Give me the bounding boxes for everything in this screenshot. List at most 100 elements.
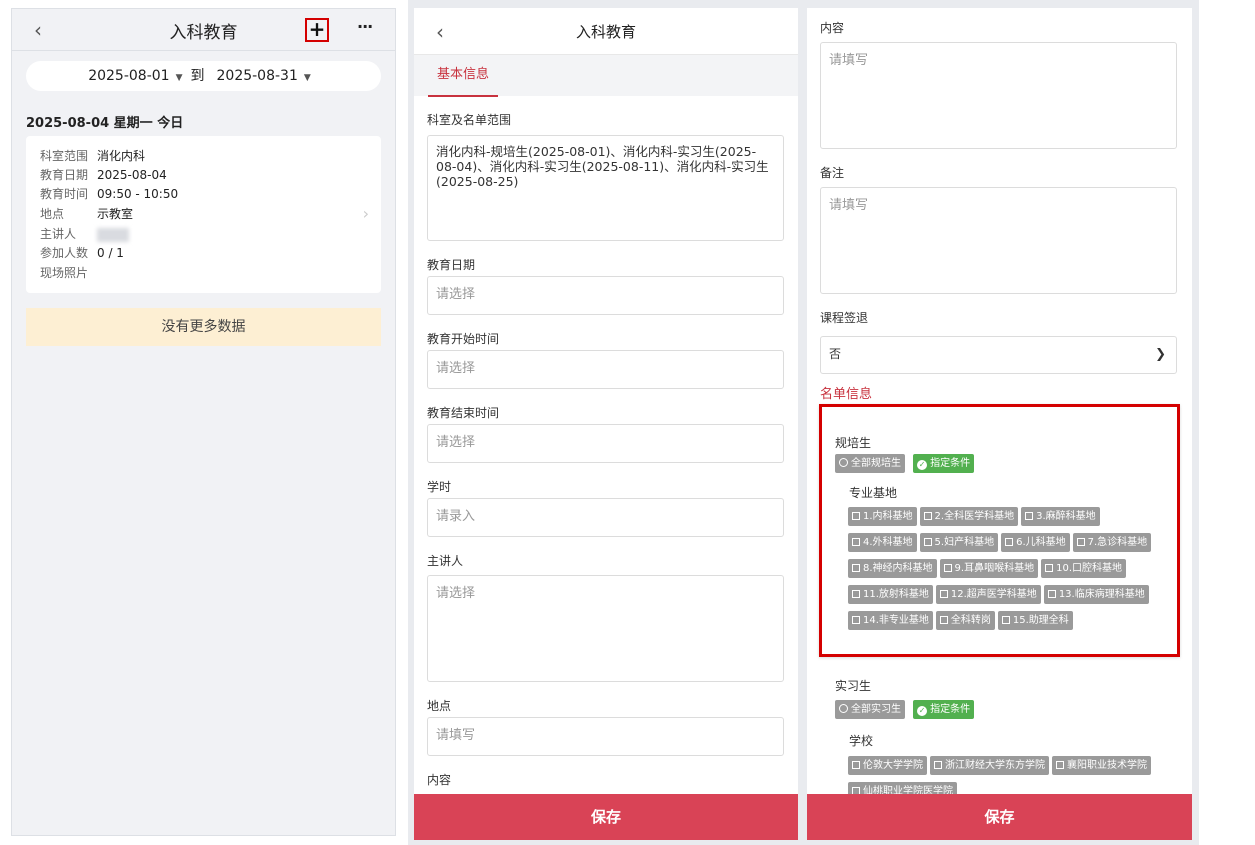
page-title: 入科教育 <box>169 23 238 43</box>
place-field[interactable]: 请填写 <box>427 717 784 756</box>
all-interns-radio[interactable]: 全部实习生 <box>835 700 905 719</box>
base-checkbox[interactable]: 全科转岗 <box>935 611 995 630</box>
resident-condition-radio[interactable]: ✓ 指定条件 <box>913 454 975 473</box>
intern-title: 实习生 <box>835 679 872 693</box>
row-value: 09:50 - 10:50 <box>97 187 179 201</box>
check-circle-icon: ✓ <box>917 706 928 716</box>
chip-label: 14.非专业基地 <box>863 615 929 626</box>
base-checkbox[interactable]: 12.超声医学科基地 <box>935 585 1041 604</box>
card-row: 主讲人 <box>40 225 129 243</box>
base-checkbox[interactable]: 11.放射科基地 <box>848 585 933 604</box>
chip-label: 全科转岗 <box>950 615 991 626</box>
education-card[interactable]: 科室范围 消化内科 教育日期 2025-08-04 教育时间 09:50 - 10:5… <box>26 136 381 293</box>
base-checkbox[interactable]: 15.助理全科 <box>997 611 1073 630</box>
date-start-picker[interactable]: 2025-08-01 <box>88 68 169 84</box>
checkbox-icon <box>852 538 860 546</box>
school-title: 学校 <box>849 734 874 748</box>
content-label: 内容 <box>820 21 845 35</box>
chip-label: 10.口腔科基地 <box>1056 563 1122 574</box>
base-checkbox[interactable]: 5.妇产科基地 <box>919 533 999 552</box>
checkbox-icon <box>1047 590 1056 598</box>
chip-label: 12.超声医学科基地 <box>950 589 1037 600</box>
chip-label: 襄阳职业技术学院 <box>1067 760 1147 771</box>
checkbox-icon <box>923 538 932 546</box>
end-time-field[interactable]: 请选择 <box>427 424 784 463</box>
lecturer-field[interactable]: 请选择 <box>427 575 784 682</box>
signout-select[interactable]: 否 ❯ <box>820 336 1177 374</box>
intern-condition-radio[interactable]: ✓ 指定条件 <box>913 700 975 719</box>
remark-textarea[interactable]: 请填写 <box>820 187 1177 294</box>
content-textarea[interactable]: 请填写 <box>820 42 1177 149</box>
chevron-down-icon: ❯ <box>1155 347 1166 362</box>
list-section-title: 名单信息 <box>820 387 873 402</box>
base-title: 专业基地 <box>849 486 898 500</box>
start-time-field[interactable]: 请选择 <box>427 350 784 389</box>
checkbox-icon <box>1025 512 1034 520</box>
page-title: 入科教育 <box>575 23 636 41</box>
base-checkbox[interactable]: 13.临床病理科基地 <box>1043 585 1149 604</box>
chip-label: 13.临床病理科基地 <box>1058 589 1145 600</box>
school-checkbox[interactable]: 襄阳职业技术学院 <box>1052 756 1151 775</box>
checkbox-icon <box>943 564 952 572</box>
hours-field[interactable]: 请录入 <box>427 498 784 537</box>
base-checkbox[interactable]: 8.神经内科基地 <box>848 559 937 578</box>
base-checkbox[interactable]: 3.麻醉科基地 <box>1021 507 1100 526</box>
row-key: 现场照片 <box>40 266 89 280</box>
radio-icon <box>839 704 848 713</box>
radio-icon <box>839 458 848 467</box>
base-checkbox[interactable]: 4.外科基地 <box>848 533 917 552</box>
base-checkbox[interactable]: 2.全科医学科基地 <box>919 507 1019 526</box>
base-checkbox[interactable]: 10.口腔科基地 <box>1041 559 1126 578</box>
row-key: 科室范围 <box>40 149 89 163</box>
checkbox-icon <box>1076 538 1085 546</box>
scope-label: 科室及名单范围 <box>427 113 512 127</box>
row-key: 主讲人 <box>40 227 77 241</box>
redacted-lecturer <box>97 227 129 242</box>
row-value: 消化内科 <box>97 149 146 163</box>
base-checkbox[interactable]: 7.急诊科基地 <box>1072 533 1152 552</box>
date-field[interactable]: 请选择 <box>427 276 784 315</box>
checkbox-icon <box>934 761 942 769</box>
date-to-label: 到 <box>190 68 205 84</box>
row-key: 地点 <box>40 207 65 221</box>
place-label: 地点 <box>427 699 452 713</box>
date-label: 教育日期 <box>427 258 476 272</box>
card-row: 教育时间 09:50 - 10:50 <box>40 185 178 203</box>
nav-bar: ‹ 入科教育 + ··· <box>12 9 395 51</box>
scope-textarea[interactable]: 消化内科-规培生(2025-08-01)、消化内科-实习生(2025-08-04… <box>427 135 784 241</box>
chip-label: 浙江财经大学东方学院 <box>945 760 1045 771</box>
card-row: 地点 示教室 <box>40 205 133 223</box>
tab-basic-info[interactable]: 基本信息 <box>428 55 498 97</box>
school-checkbox[interactable]: 浙江财经大学东方学院 <box>930 756 1049 775</box>
more-icon[interactable]: ··· <box>357 17 373 36</box>
resident-title: 规培生 <box>835 436 872 450</box>
checkbox-icon <box>852 616 860 624</box>
school-checkbox[interactable]: 伦敦大学学院 <box>848 756 927 775</box>
checkbox-icon <box>852 761 860 769</box>
base-checkbox[interactable]: 9.耳鼻咽喉科基地 <box>939 559 1039 578</box>
checkbox-icon <box>923 512 932 520</box>
save-button[interactable]: 保存 <box>414 794 798 840</box>
row-key: 参加人数 <box>40 246 89 260</box>
resident-filter-box: 规培生 全部规培生 ✓ 指定条件 专业基地 1.内科基地 2.全科医学科基地 3.麻醉… <box>819 404 1180 657</box>
content-label: 内容 <box>427 773 452 787</box>
chip-label: 4.外科基地 <box>863 537 913 548</box>
checkbox-icon <box>1001 616 1010 624</box>
tab-bar: 基本信息 <box>414 54 798 97</box>
start-time-label: 教育开始时间 <box>427 332 500 346</box>
all-residents-radio[interactable]: 全部规培生 <box>835 454 905 473</box>
base-checkbox[interactable]: 14.非专业基地 <box>848 611 933 630</box>
chip-label: 2.全科医学科基地 <box>934 511 1015 522</box>
chip-label: 5.妇产科基地 <box>934 537 995 548</box>
date-end-picker[interactable]: 2025-08-31 <box>217 68 298 84</box>
base-checkbox[interactable]: 6.儿科基地 <box>1001 533 1070 552</box>
row-value: 示教室 <box>97 207 134 221</box>
add-icon[interactable]: + <box>305 18 329 42</box>
base-checkbox[interactable]: 1.内科基地 <box>848 507 917 526</box>
form-page-scrolled: 内容 请填写 备注 请填写 课程签退 否 ❯ 名单信息 规培生 全部规培生 ✓ 指… <box>801 0 1199 845</box>
intern-options: 全部实习生 ✓ 指定条件 <box>835 697 1155 723</box>
option-label: 指定条件 <box>930 458 971 469</box>
save-button[interactable]: 保存 <box>807 794 1192 840</box>
signout-value: 否 <box>829 347 842 361</box>
card-row: 教育日期 2025-08-04 <box>40 166 167 184</box>
